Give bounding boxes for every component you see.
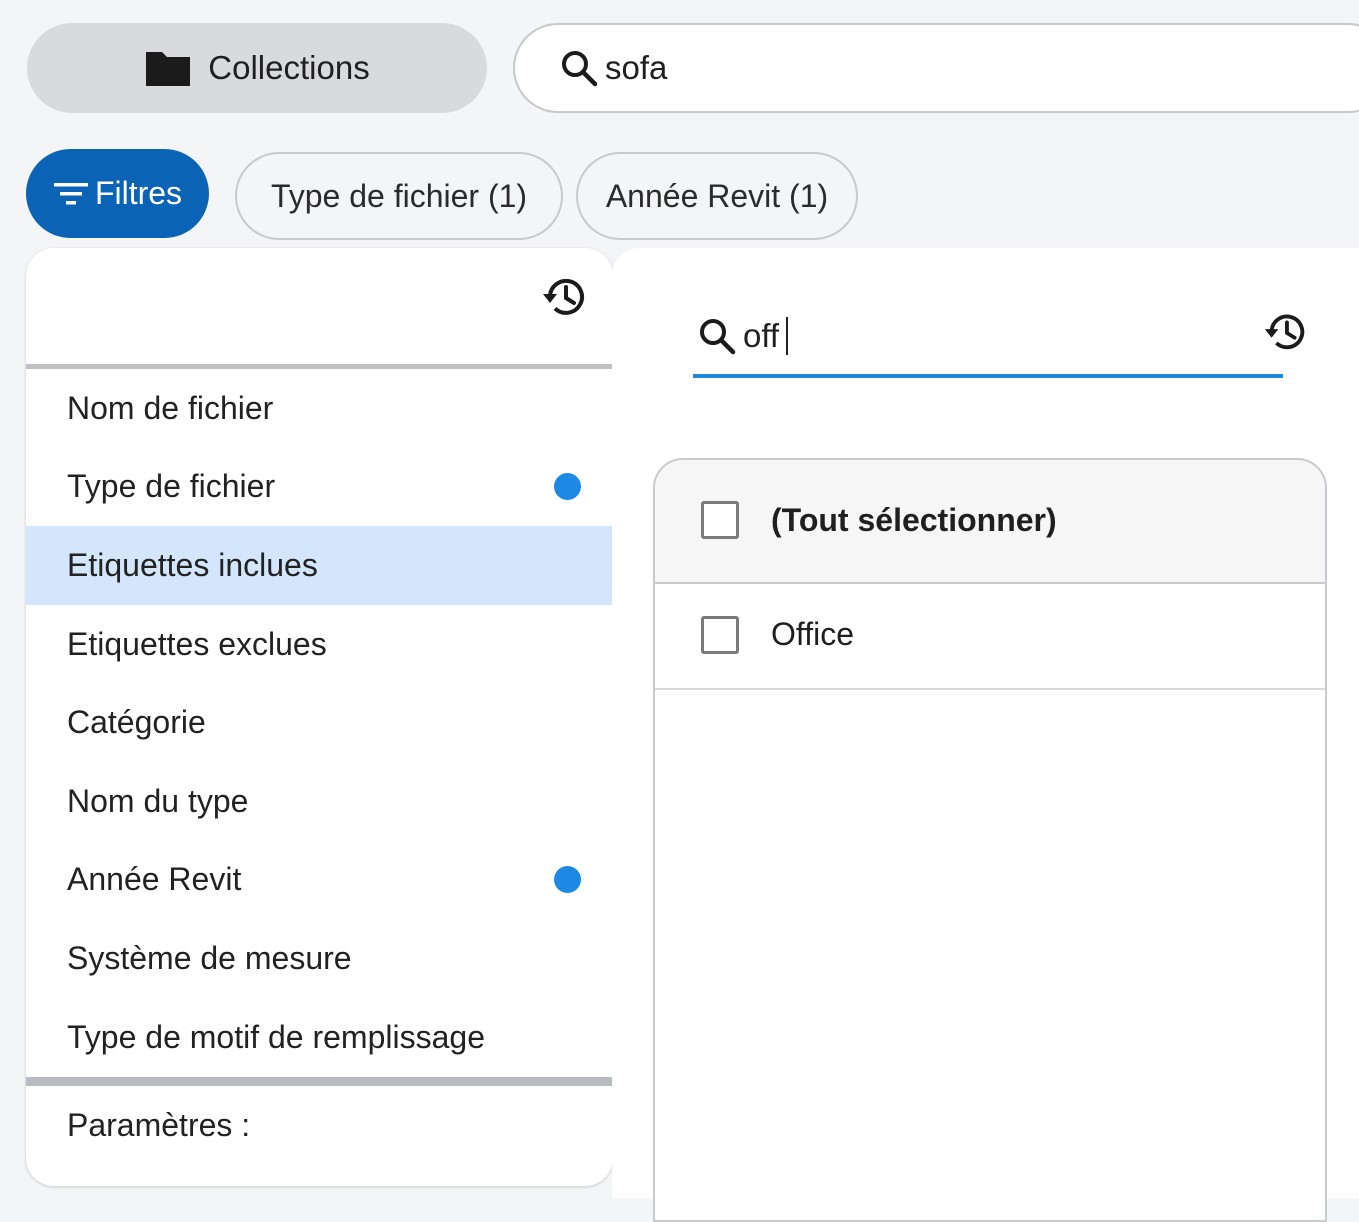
parameters-label: Paramètres : <box>67 1107 251 1143</box>
menu-item-label: Type de fichier <box>67 468 276 504</box>
history-icon[interactable] <box>540 272 590 322</box>
option-checkbox[interactable] <box>701 616 739 654</box>
select-all-row[interactable]: (Tout sélectionner) <box>655 460 1325 584</box>
menu-item-label: Nom du type <box>67 783 249 819</box>
menu-item-categorie[interactable]: Catégorie <box>26 683 613 762</box>
menu-item-label: Nom de fichier <box>67 390 274 426</box>
filters-button[interactable]: Filtres <box>26 149 209 238</box>
divider <box>26 1077 613 1086</box>
filters-label: Filtres <box>94 175 183 211</box>
menu-item-label: Etiquettes inclues <box>67 547 318 583</box>
menu-item-label: Etiquettes exclues <box>67 626 327 662</box>
folder-icon <box>146 52 191 86</box>
list-item[interactable]: Office <box>655 584 1325 690</box>
value-list: (Tout sélectionner) Office <box>653 458 1327 1222</box>
menu-item-label: Type de motif de remplissage <box>67 1019 485 1055</box>
menu-item-label: Système de mesure <box>67 940 352 976</box>
main-search-value: sofa <box>605 49 668 86</box>
menu-item-nom-du-type[interactable]: Nom du type <box>26 762 613 841</box>
menu-item-type-de-motif[interactable]: Type de motif de remplissage <box>26 998 613 1077</box>
active-filter-dot <box>554 473 581 500</box>
collections-button[interactable]: Collections <box>27 23 487 113</box>
collections-label: Collections <box>208 49 370 86</box>
search-icon <box>562 51 598 87</box>
active-filter-dot <box>554 866 581 893</box>
filter-categories-panel: Nom de fichier Type de fichier Etiquette… <box>26 248 613 1186</box>
main-search-input[interactable]: sofa <box>513 23 1359 113</box>
chip-annee-revit[interactable]: Année Revit (1) <box>576 152 858 240</box>
value-search-input[interactable]: off <box>693 298 1283 378</box>
chip-type-de-fichier[interactable]: Type de fichier (1) <box>235 152 563 240</box>
select-all-checkbox[interactable] <box>701 501 739 539</box>
filter-values-panel: off (Tout sélectionner) Office <box>612 248 1359 1222</box>
menu-item-etiquettes-exclues[interactable]: Etiquettes exclues <box>26 605 613 684</box>
chip-label: Année Revit (1) <box>605 177 829 214</box>
filter-lines-icon <box>53 182 88 204</box>
select-all-label: (Tout sélectionner) <box>771 502 1057 538</box>
option-label: Office <box>771 616 854 652</box>
menu-item-annee-revit[interactable]: Année Revit <box>26 840 613 919</box>
parameters-heading: Paramètres : <box>26 1086 613 1165</box>
history-icon[interactable] <box>1262 308 1310 356</box>
chip-label: Type de fichier (1) <box>270 177 528 214</box>
menu-item-type-de-fichier[interactable]: Type de fichier <box>26 447 613 526</box>
value-search-text: off <box>743 317 780 354</box>
menu-item-etiquettes-inclues[interactable]: Etiquettes inclues <box>26 526 613 605</box>
menu-item-systeme-de-mesure[interactable]: Système de mesure <box>26 919 613 998</box>
menu-item-nom-de-fichier[interactable]: Nom de fichier <box>26 369 613 448</box>
search-icon <box>700 319 736 355</box>
menu-item-label: Année Revit <box>67 861 242 897</box>
text-caret <box>786 317 789 355</box>
menu-item-label: Catégorie <box>67 704 206 740</box>
